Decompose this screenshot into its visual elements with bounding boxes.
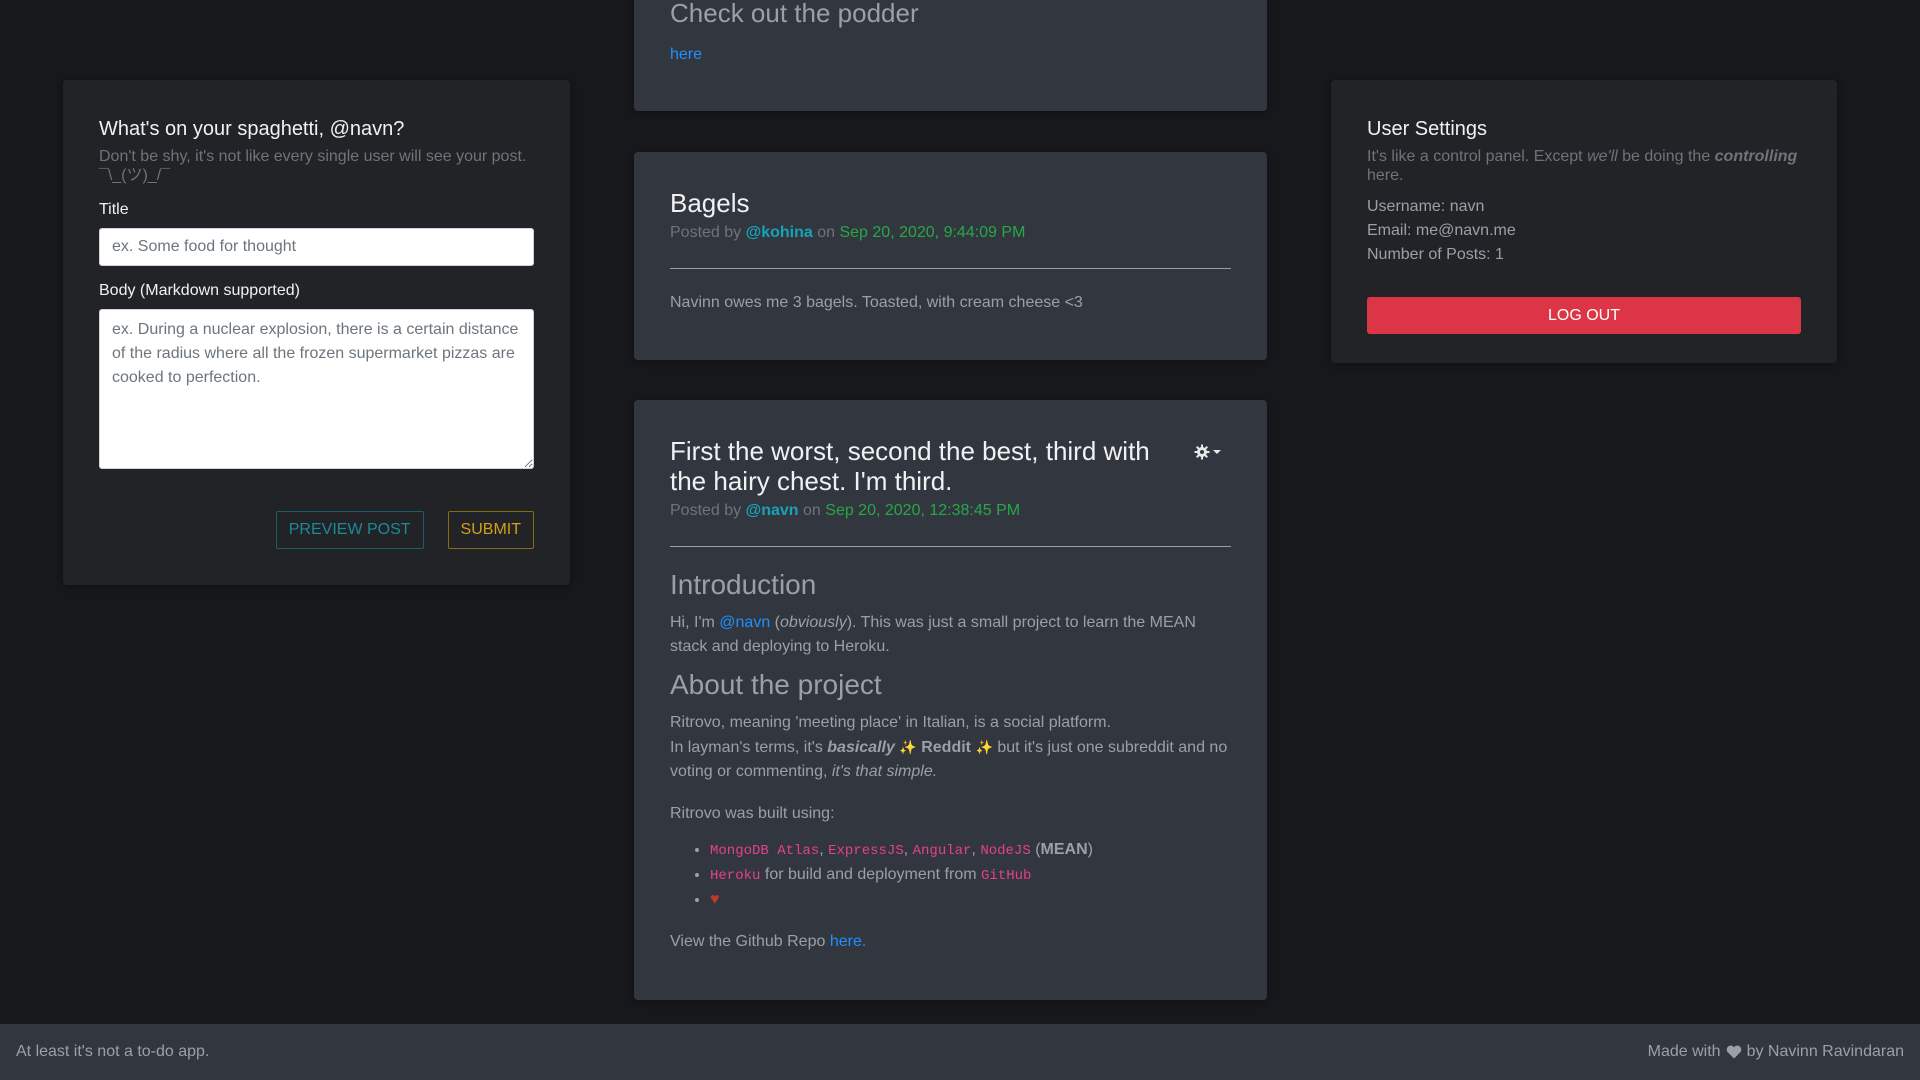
footer-made-with: Made with (1647, 1043, 1721, 1060)
title-label: Title (99, 201, 129, 218)
settings-subtitle-text: be doing the (1617, 148, 1715, 165)
mean-strong: MEAN (1040, 841, 1088, 858)
post-card-podder: Check out the podder here (634, 0, 1267, 111)
intro-text: Hi, I'm (670, 614, 720, 631)
tech-list: MongoDB Atlas, ExpressJS, Angular, NodeJ… (670, 838, 1231, 912)
footer-credit: Made with by Navinn Ravindaran (1648, 1043, 1904, 1061)
code-heroku: Heroku (710, 868, 761, 884)
sparkles-icon: ✨ (899, 739, 917, 755)
post-body: Navinn owes me 3 bagels. Toasted, with c… (670, 294, 1083, 311)
settings-subtitle-strong: controlling (1714, 148, 1798, 165)
post-card-bagels: Bagels Posted by @kohina on Sep 20, 2020… (634, 152, 1267, 360)
about-emphasis: basically (827, 739, 895, 756)
code-express: ExpressJS (828, 843, 904, 859)
settings-subtitle-em: we'll (1587, 148, 1618, 165)
post-author[interactable]: @navn (746, 502, 799, 519)
sparkles-icon: ✨ (975, 739, 993, 755)
code-mongodb: MongoDB Atlas (710, 843, 820, 859)
footer-author: by Navinn Ravindaran (1746, 1043, 1904, 1060)
list-item: Heroku for build and deployment from Git… (710, 863, 1231, 888)
about-strong: Reddit (921, 739, 971, 756)
podder-link[interactable]: here (670, 46, 702, 64)
settings-subtitle-text: It's like a control panel. Except (1367, 148, 1588, 165)
heart-icon: ♥ (710, 891, 720, 908)
post-author[interactable]: @kohina (746, 224, 813, 241)
intro-text: ( (770, 614, 780, 631)
settings-subtitle: It's like a control panel. Except we'll … (1367, 147, 1801, 185)
post-count-value: Number of Posts: 1 (1367, 246, 1504, 263)
post-date: Sep 20, 2020, 12:38:45 PM (825, 502, 1021, 519)
author-mention-link[interactable]: @navn (719, 614, 770, 631)
post-title: Check out the podder (670, 0, 919, 28)
body-textarea[interactable] (99, 309, 534, 469)
post-date: Sep 20, 2020, 9:44:09 PM (839, 224, 1026, 241)
body-label: Body (Markdown supported) (99, 282, 300, 299)
posted-by-label: Posted by (670, 502, 742, 519)
user-settings-card: User Settings It's like a control panel.… (1331, 80, 1837, 363)
list-item: ♥ (710, 888, 1231, 912)
divider (670, 268, 1231, 269)
gear-icon (1194, 444, 1210, 460)
list-text: ( (1030, 841, 1041, 858)
posted-by-label: Posted by (670, 224, 742, 241)
settings-title: User Settings (1367, 118, 1488, 140)
about-paragraph: Ritrovo, meaning 'meeting place' in Ital… (670, 711, 1231, 784)
on-label: on (817, 224, 836, 241)
code-github: GitHub (980, 868, 1032, 884)
about-text: In layman's terms, it's (670, 739, 828, 756)
settings-subtitle-text: here. (1367, 167, 1404, 184)
intro-emphasis: obviously (780, 614, 847, 631)
divider (670, 546, 1231, 547)
heart-icon (1726, 1045, 1741, 1059)
logout-button[interactable]: LOG OUT (1367, 297, 1801, 334)
username-value: Username: navn (1367, 198, 1485, 215)
footer: At least it's not a to-do app. Made with… (0, 1024, 1920, 1080)
settings-info: Username: navn Email: me@navn.me Number … (1367, 195, 1801, 267)
form-actions: PREVIEW POST SUBMIT (275, 511, 534, 549)
about-heading: About the project (670, 669, 882, 700)
caret-down-icon (1213, 450, 1221, 454)
create-post-subtitle: Don't be shy, it's not like every single… (99, 148, 527, 184)
about-text: Ritrovo, meaning 'meeting place' in Ital… (670, 714, 1111, 731)
list-item: MongoDB Atlas, ExpressJS, Angular, NodeJ… (710, 838, 1231, 863)
list-text: ) (1087, 841, 1093, 858)
code-angular: Angular (912, 843, 972, 859)
repo-text: View the Github Repo (670, 933, 830, 950)
submit-button[interactable]: SUBMIT (447, 511, 534, 549)
post-body: Introduction Hi, I'm @navn (obviously). … (670, 569, 1231, 954)
email-value: Email: me@navn.me (1367, 222, 1516, 239)
about-emphasis: it's that simple. (831, 763, 938, 780)
post-meta: Posted by @navn on Sep 20, 2020, 12:38:4… (670, 502, 1231, 520)
title-input[interactable] (99, 228, 534, 266)
built-using-text: Ritrovo was built using: (670, 805, 835, 822)
post-card-readme: First the worst, second the best, third … (634, 400, 1267, 1000)
github-repo-link[interactable]: here. (830, 933, 866, 950)
repo-paragraph: View the Github Repo here. (670, 930, 1231, 954)
post-title: Bagels (670, 188, 750, 218)
post-meta: Posted by @kohina on Sep 20, 2020, 9:44:… (670, 224, 1231, 242)
footer-tagline: At least it's not a to-do app. (16, 1043, 210, 1060)
list-text: for build and deployment from (760, 866, 981, 883)
intro-heading: Introduction (670, 569, 817, 600)
post-title: First the worst, second the best, third … (670, 436, 1150, 496)
code-node: NodeJS (980, 843, 1031, 859)
preview-post-button[interactable]: PREVIEW POST (275, 511, 424, 549)
post-settings-dropdown[interactable] (1194, 444, 1221, 460)
create-post-title: What's on your spaghetti, @navn? (99, 118, 405, 140)
create-post-card: What's on your spaghetti, @navn? Don't b… (63, 80, 570, 585)
intro-paragraph: Hi, I'm @navn (obviously). This was just… (670, 611, 1231, 659)
on-label: on (803, 502, 821, 519)
